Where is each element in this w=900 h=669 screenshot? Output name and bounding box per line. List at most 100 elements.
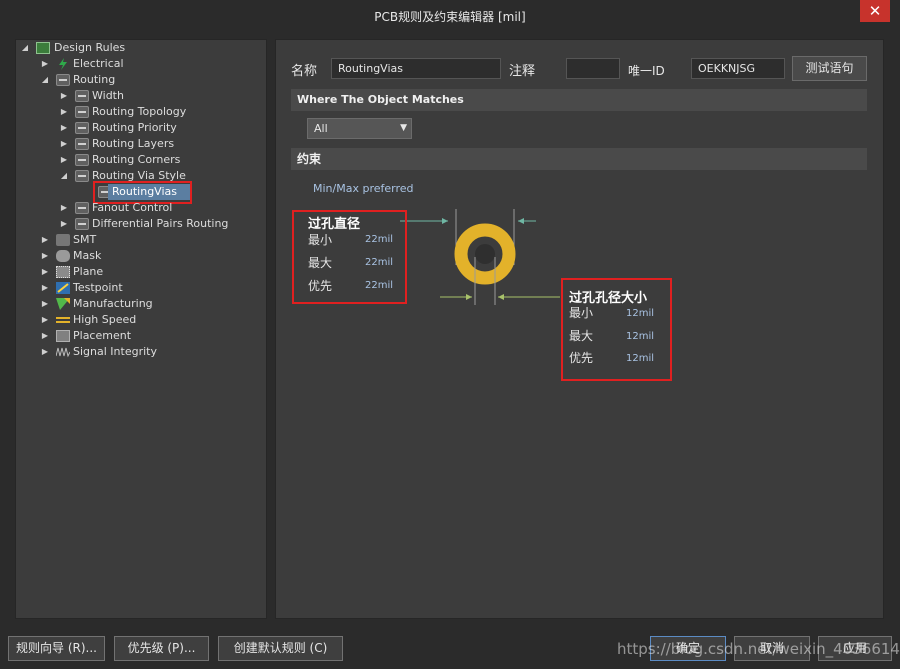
tree-item-label: Mask xyxy=(73,249,102,262)
tree-item-design-rules[interactable]: ◢ Design Rules xyxy=(20,40,260,56)
collapse-arrow-icon[interactable]: ◢ xyxy=(20,40,30,56)
expand-arrow-icon[interactable]: ▶ xyxy=(40,312,50,328)
expand-arrow-icon[interactable]: ▶ xyxy=(59,200,69,216)
expand-arrow-icon[interactable]: ▶ xyxy=(59,120,69,136)
placement-icon xyxy=(56,330,70,342)
electrical-icon xyxy=(56,58,70,70)
tree-item-routing-priority[interactable]: ▶ Routing Priority xyxy=(59,120,259,136)
tree-item-mask[interactable]: ▶ Mask xyxy=(40,248,260,264)
window-title: PCB规则及约束编辑器 [mil] xyxy=(374,10,526,24)
via-diameter-pref-label: 优先 xyxy=(308,279,333,293)
tree-item-width[interactable]: ▶ Width xyxy=(59,88,259,104)
tree-item-routing-topology[interactable]: ▶ Routing Topology xyxy=(59,104,259,120)
tree-item-differential-pairs[interactable]: ▶ Differential Pairs Routing xyxy=(59,216,259,232)
via-diameter-pref-value[interactable]: 22mil xyxy=(365,280,393,291)
dropdown-value: All xyxy=(314,122,328,135)
priorities-button[interactable]: 优先级 (P)... xyxy=(114,636,209,661)
routing-icon xyxy=(56,74,70,86)
hole-size-max-value[interactable]: 12mil xyxy=(626,331,654,342)
high-speed-icon xyxy=(56,314,70,326)
tree-item-testpoint[interactable]: ▶ Testpoint xyxy=(40,280,260,296)
unique-id-input[interactable]: OEKKNJSG xyxy=(691,58,785,79)
rule-category-icon xyxy=(75,170,89,182)
mask-icon xyxy=(56,250,70,262)
hole-size-min-label: 最小 xyxy=(569,306,594,320)
via-diagram xyxy=(400,209,560,305)
rule-category-icon xyxy=(75,122,89,134)
tree-item-label: Signal Integrity xyxy=(73,345,157,358)
tree-item-label: Manufacturing xyxy=(73,297,153,310)
rule-category-icon xyxy=(75,154,89,166)
expand-arrow-icon[interactable]: ▶ xyxy=(59,152,69,168)
via-diameter-max-label: 最大 xyxy=(308,256,333,270)
tree-item-label: High Speed xyxy=(73,313,137,326)
object-match-header: Where The Object Matches xyxy=(291,89,867,111)
via-diameter-title: 过孔直径 xyxy=(308,217,361,232)
name-input[interactable]: RoutingVias xyxy=(331,58,501,79)
expand-arrow-icon[interactable]: ▶ xyxy=(40,248,50,264)
name-label: 名称 xyxy=(291,64,318,79)
chevron-down-icon: ▼ xyxy=(400,123,407,133)
expand-arrow-icon[interactable]: ▶ xyxy=(40,264,50,280)
tree-item-label: Design Rules xyxy=(54,41,126,54)
testpoint-icon xyxy=(56,282,70,294)
hole-size-min-value[interactable]: 12mil xyxy=(626,308,654,319)
tree-item-label: Placement xyxy=(73,329,132,342)
signal-integrity-icon xyxy=(55,346,71,358)
create-default-rules-button[interactable]: 创建默认规则 (C) xyxy=(218,636,343,661)
expand-arrow-icon[interactable]: ▶ xyxy=(40,328,50,344)
tree-item-routing-corners[interactable]: ▶ Routing Corners xyxy=(59,152,259,168)
tree-item-label: Testpoint xyxy=(73,281,123,294)
rule-category-icon xyxy=(75,218,89,230)
design-rules-folder-icon xyxy=(36,42,50,54)
tree-item-plane[interactable]: ▶ Plane xyxy=(40,264,260,280)
tree-item-placement[interactable]: ▶ Placement xyxy=(40,328,260,344)
tree-item-label: Electrical xyxy=(73,57,124,70)
expand-arrow-icon[interactable]: ▶ xyxy=(40,280,50,296)
tree-item-signal-integrity[interactable]: ▶ Signal Integrity xyxy=(40,344,260,360)
tree-item-routing[interactable]: ◢ Routing xyxy=(40,72,260,88)
manufacturing-icon xyxy=(56,298,70,310)
tree-item-electrical[interactable]: ▶ Electrical xyxy=(40,56,260,72)
rule-category-icon xyxy=(75,138,89,150)
match-scope-dropdown[interactable]: All ▼ xyxy=(307,118,412,139)
expand-arrow-icon[interactable]: ▶ xyxy=(59,104,69,120)
comment-input[interactable] xyxy=(566,58,620,79)
tree-item-label: Routing Corners xyxy=(92,153,181,166)
tree-item-smt[interactable]: ▶ SMT xyxy=(40,232,260,248)
expand-arrow-icon[interactable]: ▶ xyxy=(40,232,50,248)
collapse-arrow-icon[interactable]: ◢ xyxy=(59,168,69,184)
tree-item-fanout-control[interactable]: ▶ Fanout Control xyxy=(59,200,259,216)
tree-item-label: Differential Pairs Routing xyxy=(92,217,229,230)
tree-item-label: Fanout Control xyxy=(92,201,173,214)
hole-size-pref-value[interactable]: 12mil xyxy=(626,353,654,364)
collapse-arrow-icon[interactable]: ◢ xyxy=(40,72,50,88)
tree-item-label: Plane xyxy=(73,265,104,278)
expand-arrow-icon[interactable]: ▶ xyxy=(40,56,50,72)
via-diameter-max-value[interactable]: 22mil xyxy=(365,257,393,268)
comment-label: 注释 xyxy=(509,64,536,79)
constraints-header: 约束 xyxy=(291,148,867,170)
expand-arrow-icon[interactable]: ▶ xyxy=(59,216,69,232)
watermark-text: https://blog.csdn.net/weixin_40366143 xyxy=(617,640,900,658)
expand-arrow-icon[interactable]: ▶ xyxy=(59,136,69,152)
rule-wizard-button[interactable]: 规则向导 (R)... xyxy=(8,636,105,661)
title-bar: PCB规则及约束编辑器 [mil] ✕ xyxy=(0,0,900,30)
close-button[interactable]: ✕ xyxy=(860,0,890,22)
expand-arrow-icon[interactable]: ▶ xyxy=(40,344,50,360)
rule-category-icon xyxy=(75,202,89,214)
smt-icon xyxy=(56,234,70,246)
expand-arrow-icon[interactable]: ▶ xyxy=(40,296,50,312)
via-diameter-min-label: 最小 xyxy=(308,233,333,247)
test-query-button[interactable]: 测试语句 xyxy=(792,56,867,81)
constraint-mode-hint: Min/Max preferred xyxy=(313,182,414,195)
via-diameter-min-value[interactable]: 22mil xyxy=(365,234,393,245)
tree-item-label: Routing xyxy=(73,73,116,86)
tree-item-label: Routing Priority xyxy=(92,121,177,134)
expand-arrow-icon[interactable]: ▶ xyxy=(59,88,69,104)
unique-id-label: 唯一ID xyxy=(628,64,665,78)
tree-item-high-speed[interactable]: ▶ High Speed xyxy=(40,312,260,328)
tree-item-label: Width xyxy=(92,89,124,102)
tree-item-manufacturing[interactable]: ▶ Manufacturing xyxy=(40,296,260,312)
tree-item-routing-layers[interactable]: ▶ Routing Layers xyxy=(59,136,259,152)
